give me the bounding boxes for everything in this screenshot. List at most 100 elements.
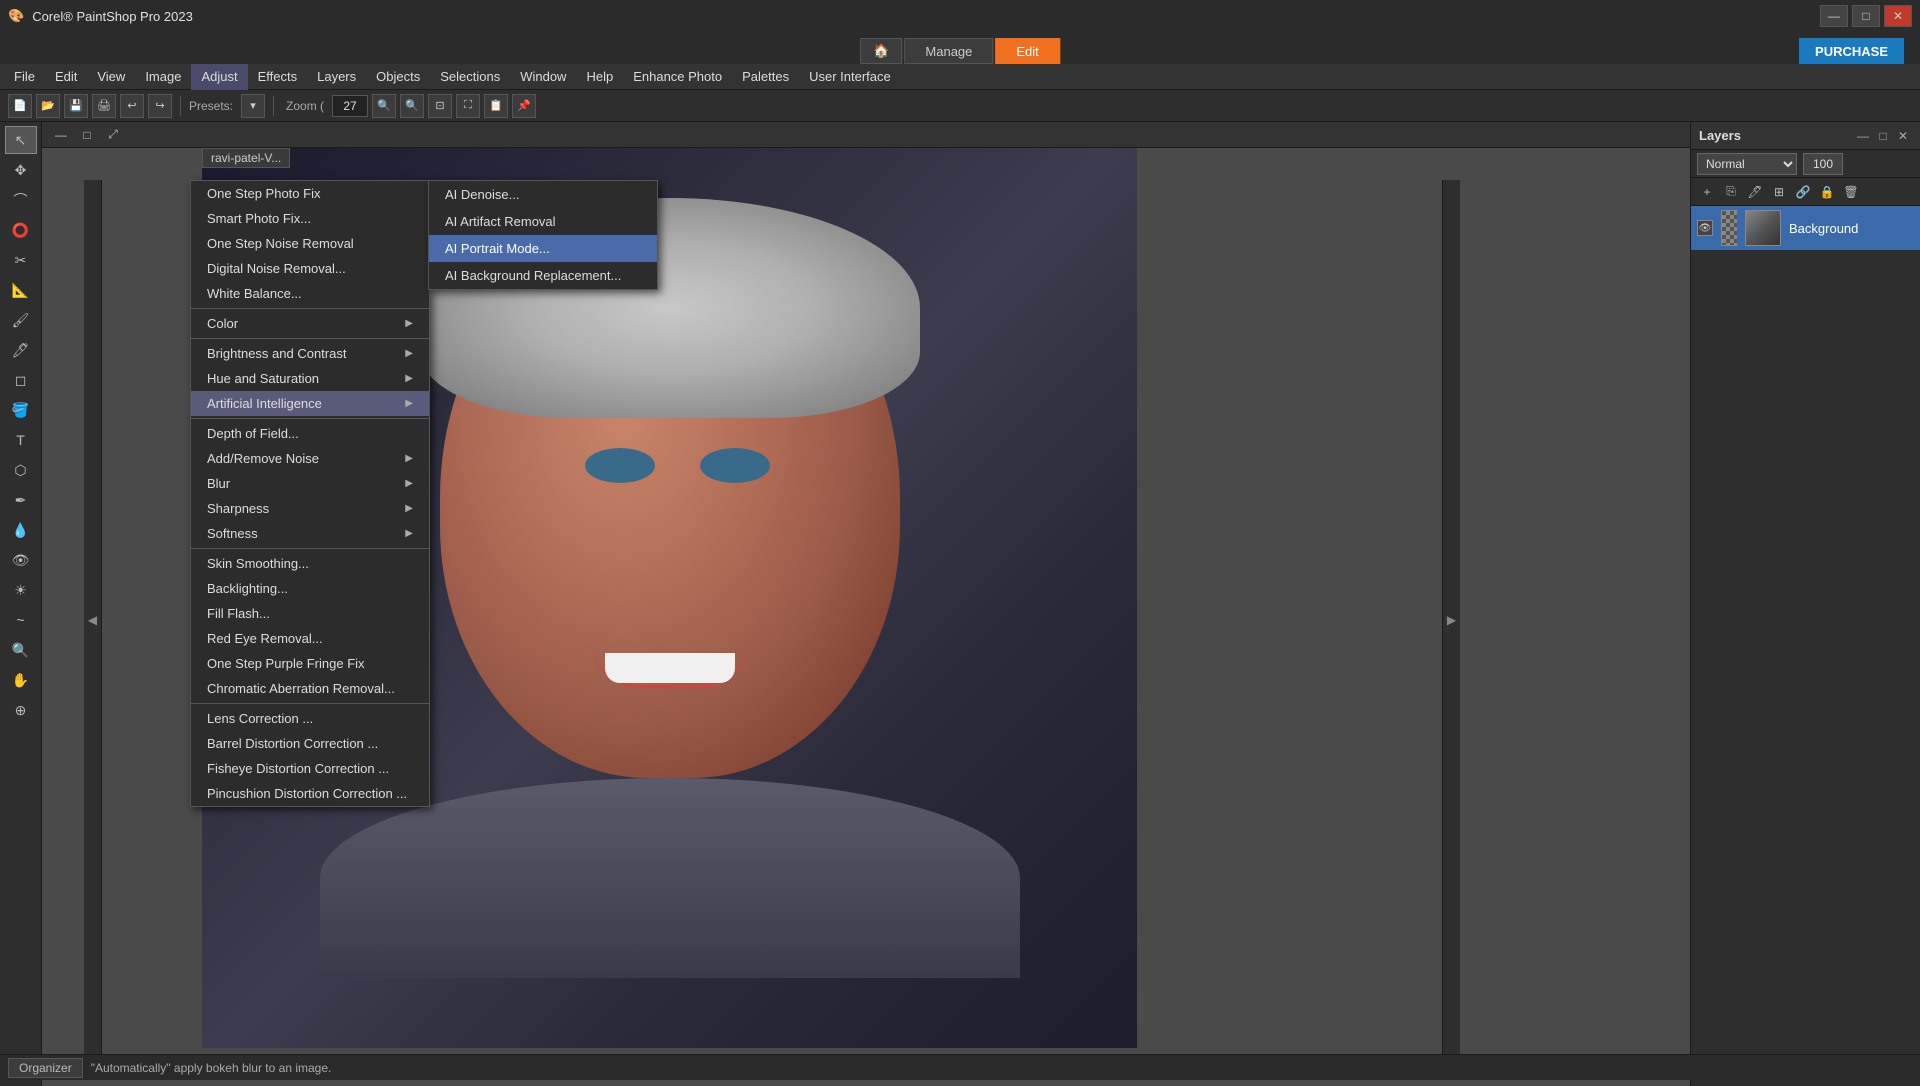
zoom-out-button[interactable]: 🔍 <box>372 94 396 118</box>
menu-view[interactable]: View <box>87 64 135 90</box>
layer-item-background[interactable]: 👁 Background <box>1691 206 1920 250</box>
zoom-input[interactable] <box>332 95 368 117</box>
maximize-button[interactable]: □ <box>1852 5 1880 27</box>
fit-window-button[interactable]: ⊡ <box>428 94 452 118</box>
merge-layer-button[interactable]: ⊞ <box>1769 182 1789 202</box>
menu-objects[interactable]: Objects <box>366 64 430 90</box>
home-button[interactable]: 🏠 <box>860 38 902 64</box>
lock-layer-button[interactable]: 🔒 <box>1817 182 1837 202</box>
minimize-button[interactable]: — <box>1820 5 1848 27</box>
tool-freehand[interactable]: ⌒ <box>5 186 37 214</box>
menu-item-fill-flash[interactable]: Fill Flash... <box>191 601 429 626</box>
menu-enhance-photo[interactable]: Enhance Photo <box>623 64 732 90</box>
tool-clone[interactable]: 🖌 <box>5 306 37 334</box>
canvas-minimize[interactable]: — <box>50 125 72 145</box>
canvas-maximize[interactable]: ⤢ <box>102 125 124 145</box>
tool-eyedropper[interactable]: 💧 <box>5 516 37 544</box>
delete-layer-button[interactable]: 🗑 <box>1841 182 1861 202</box>
menu-help[interactable]: Help <box>576 64 623 90</box>
menu-item-add-remove-noise[interactable]: Add/Remove Noise ▶ <box>191 446 429 471</box>
right-nav-arrow[interactable]: ▶ <box>1442 180 1460 1060</box>
opacity-input[interactable] <box>1803 153 1843 175</box>
menu-image[interactable]: Image <box>135 64 191 90</box>
edit-button[interactable]: Edit <box>995 38 1059 64</box>
left-nav-arrow[interactable]: ◀ <box>84 180 102 1060</box>
menu-edit[interactable]: Edit <box>45 64 87 90</box>
zoom-in-button[interactable]: 🔍 <box>400 94 424 118</box>
file-tab[interactable]: ravi-patel-V... <box>202 148 290 168</box>
organizer-button[interactable]: Organizer <box>8 1058 83 1078</box>
menu-file[interactable]: File <box>4 64 45 90</box>
submenu-ai-artifact-removal[interactable]: AI Artifact Removal <box>429 208 657 235</box>
tool-brush[interactable]: 🖊 <box>5 336 37 364</box>
menu-window[interactable]: Window <box>510 64 576 90</box>
menu-item-pincushion-distortion[interactable]: Pincushion Distortion Correction ... <box>191 781 429 806</box>
menu-item-artificial-intelligence[interactable]: Artificial Intelligence ▶ <box>191 391 429 416</box>
canvas-restore[interactable]: □ <box>76 125 98 145</box>
close-button[interactable]: ✕ <box>1884 5 1912 27</box>
tool-zoom[interactable]: 🔍 <box>5 636 37 664</box>
menu-item-fisheye-distortion[interactable]: Fisheye Distortion Correction ... <box>191 756 429 781</box>
menu-item-red-eye-removal[interactable]: Red Eye Removal... <box>191 626 429 651</box>
print-button[interactable]: 🖨 <box>92 94 116 118</box>
redo-button[interactable]: ↪ <box>148 94 172 118</box>
menu-item-sharpness[interactable]: Sharpness ▶ <box>191 496 429 521</box>
tool-pen[interactable]: ✒ <box>5 486 37 514</box>
blend-mode-select[interactable]: Normal Multiply Screen <box>1697 153 1797 175</box>
layer-eye-icon[interactable]: 👁 <box>1697 220 1713 236</box>
menu-item-hue-saturation[interactable]: Hue and Saturation ▶ <box>191 366 429 391</box>
menu-item-barrel-distortion[interactable]: Barrel Distortion Correction ... <box>191 731 429 756</box>
menu-item-softness[interactable]: Softness ▶ <box>191 521 429 546</box>
link-layer-button[interactable]: 🔗 <box>1793 182 1813 202</box>
tool-move[interactable]: ✥ <box>5 156 37 184</box>
tool-pan[interactable]: ✋ <box>5 666 37 694</box>
tool-crop[interactable]: ✂ <box>5 246 37 274</box>
tool-shape[interactable]: ⬡ <box>5 456 37 484</box>
menu-item-lens-correction[interactable]: Lens Correction ... <box>191 706 429 731</box>
menu-item-one-step-photo-fix[interactable]: One Step Photo Fix <box>191 181 429 206</box>
undo-button[interactable]: ↩ <box>120 94 144 118</box>
tool-redeye[interactable]: 👁 <box>5 546 37 574</box>
menu-item-chromatic-aberration[interactable]: Chromatic Aberration Removal... <box>191 676 429 701</box>
menu-item-one-step-noise-removal[interactable]: One Step Noise Removal <box>191 231 429 256</box>
menu-item-smart-photo-fix[interactable]: Smart Photo Fix... <box>191 206 429 231</box>
preset-select-button[interactable]: ▾ <box>241 94 265 118</box>
menu-layers[interactable]: Layers <box>307 64 366 90</box>
menu-item-color[interactable]: Color ▶ <box>191 311 429 336</box>
submenu-ai-portrait-mode[interactable]: AI Portrait Mode... <box>429 235 657 262</box>
layers-panel-maximize[interactable]: □ <box>1874 127 1892 145</box>
new-file-button[interactable]: 📄 <box>8 94 32 118</box>
tool-smudge[interactable]: ~ <box>5 606 37 634</box>
tool-text[interactable]: T <box>5 426 37 454</box>
menu-selections[interactable]: Selections <box>430 64 510 90</box>
submenu-ai-background-replacement[interactable]: AI Background Replacement... <box>429 262 657 289</box>
menu-adjust[interactable]: Adjust <box>191 64 247 90</box>
purchase-button[interactable]: PURCHASE <box>1799 38 1904 64</box>
tool-eraser[interactable]: ◻ <box>5 366 37 394</box>
layers-panel-minimize[interactable]: — <box>1854 127 1872 145</box>
tool-add[interactable]: ⊕ <box>5 696 37 724</box>
tool-dodge[interactable]: ☀ <box>5 576 37 604</box>
menu-item-white-balance[interactable]: White Balance... <box>191 281 429 306</box>
menu-user-interface[interactable]: User Interface <box>799 64 901 90</box>
tool-select[interactable]: ↖ <box>5 126 37 154</box>
menu-item-digital-noise-removal[interactable]: Digital Noise Removal... <box>191 256 429 281</box>
menu-palettes[interactable]: Palettes <box>732 64 799 90</box>
menu-item-brightness-contrast[interactable]: Brightness and Contrast ▶ <box>191 341 429 366</box>
submenu-ai-denoise[interactable]: AI Denoise... <box>429 181 657 208</box>
tool-straighten[interactable]: 📐 <box>5 276 37 304</box>
menu-item-skin-smoothing[interactable]: Skin Smoothing... <box>191 551 429 576</box>
menu-effects[interactable]: Effects <box>248 64 308 90</box>
layer-properties-button[interactable]: 🖊 <box>1745 182 1765 202</box>
save-file-button[interactable]: 💾 <box>64 94 88 118</box>
fullscreen-button[interactable]: ⛶ <box>456 94 480 118</box>
layers-panel-close[interactable]: ✕ <box>1894 127 1912 145</box>
open-file-button[interactable]: 📂 <box>36 94 60 118</box>
tool-lasso[interactable]: ⭕ <box>5 216 37 244</box>
tool-fill[interactable]: 🪣 <box>5 396 37 424</box>
menu-item-backlighting[interactable]: Backlighting... <box>191 576 429 601</box>
manage-button[interactable]: Manage <box>904 38 993 64</box>
menu-item-one-step-purple-fringe[interactable]: One Step Purple Fringe Fix <box>191 651 429 676</box>
copy-button[interactable]: 📋 <box>484 94 508 118</box>
menu-item-depth-of-field[interactable]: Depth of Field... <box>191 421 429 446</box>
